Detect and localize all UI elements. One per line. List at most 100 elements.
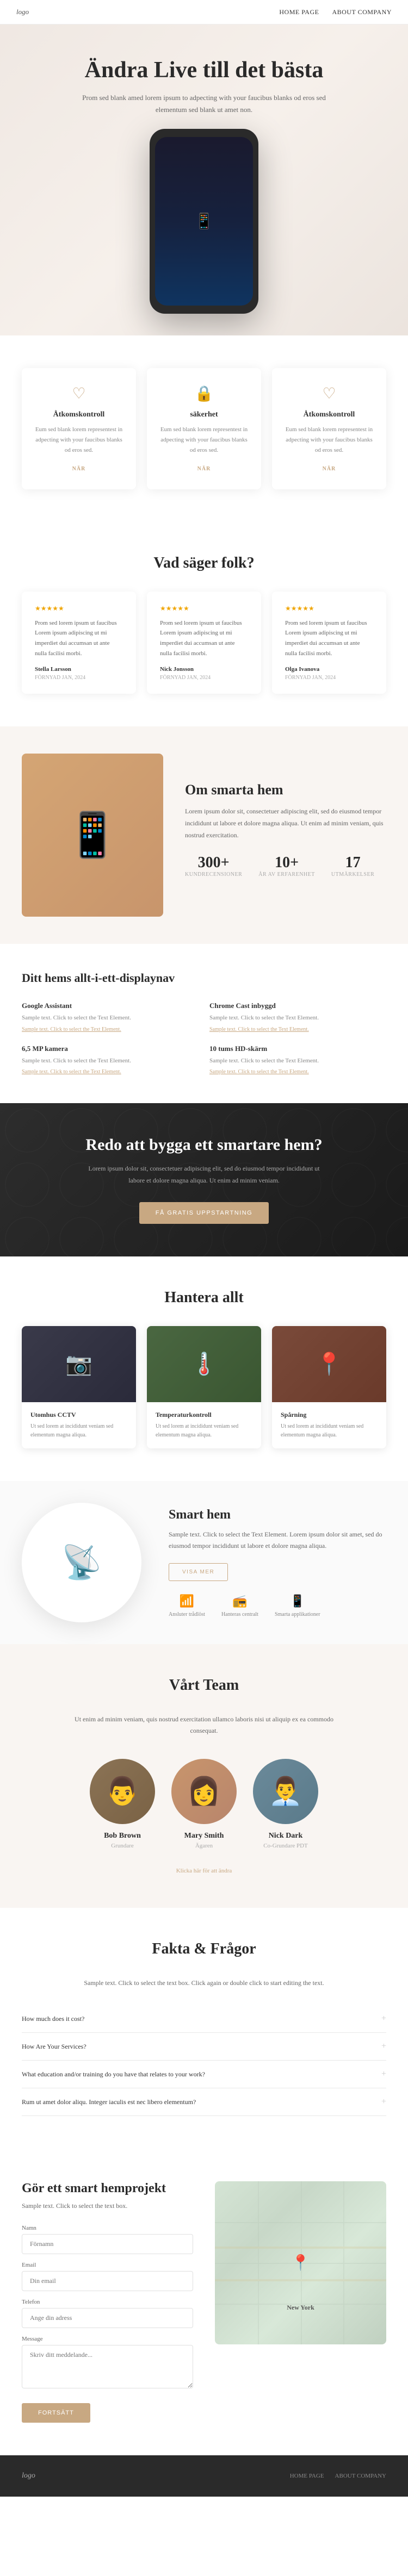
display-item-desc-3: Sample text. Click to select the Text El… bbox=[209, 1056, 386, 1066]
form-name-group: Namn bbox=[22, 2225, 193, 2254]
card-link-0[interactable]: NÄR bbox=[72, 466, 86, 472]
card-icon-2: ♡ bbox=[285, 384, 373, 403]
testimonial-1: ★★★★★ Prom sed lorem ipsum ut faucibus L… bbox=[147, 592, 261, 694]
faq-item-0[interactable]: How much does it cost? + bbox=[22, 2005, 386, 2033]
form-name-input[interactable] bbox=[22, 2234, 193, 2254]
map-city: New York bbox=[287, 2304, 314, 2312]
display-item-desc-1: Sample text. Click to select the Text El… bbox=[209, 1013, 386, 1023]
card-icon-0: ♡ bbox=[35, 384, 123, 403]
faq-title: Fakta & Frågor bbox=[22, 1940, 386, 1958]
navbar: logo HOME PAGE ABOUT COMPANY bbox=[0, 0, 408, 24]
manage-item-0: 📷 Utomhus CCTV Ut sed lorem at incididun… bbox=[22, 1326, 136, 1448]
hero-description: Prom sed blank amed lorem ipsum to adpec… bbox=[73, 92, 335, 116]
faq-question-2: What education and/or training do you ha… bbox=[22, 2070, 205, 2079]
team-grid: 👨 Bob Brown Grundare 👩 Mary Smith Ägaren… bbox=[22, 1759, 386, 1849]
manage-icon-0: 📷 bbox=[65, 1351, 92, 1377]
testimonial-author-2: Olga Ivanova bbox=[285, 666, 373, 673]
manage-content-1: Temperaturkontroll Ut sed lorem at incid… bbox=[147, 1402, 261, 1448]
stat-number-0: 300+ bbox=[185, 854, 242, 872]
display-item-desc-0: Sample text. Click to select the Text El… bbox=[22, 1013, 199, 1023]
display-item-3: 10 tums HD-skärm Sample text. Click to s… bbox=[209, 1044, 386, 1077]
faq-item-2[interactable]: What education and/or training do you ha… bbox=[22, 2061, 386, 2088]
manage-icon-1: 🌡️ bbox=[190, 1351, 218, 1377]
faq-item-3[interactable]: Rum ut amet dolor aliqu. Integer iaculis… bbox=[22, 2088, 386, 2116]
footer-link-0[interactable]: HOME PAGE bbox=[290, 2473, 324, 2479]
footer-link-1[interactable]: ABOUT COMPANY bbox=[335, 2473, 386, 2479]
footer: logo HOME PAGE ABOUT COMPANY bbox=[0, 2455, 408, 2497]
display-item-0: Google Assistant Sample text. Click to s… bbox=[22, 1001, 199, 1034]
team-member-1: 👩 Mary Smith Ägaren bbox=[171, 1759, 237, 1849]
display-item-link-0[interactable]: Sample text. Click to select the Text El… bbox=[22, 1026, 121, 1032]
product-feature-1: 📻 Hanteras centralt bbox=[221, 1594, 258, 1617]
form-name-label: Namn bbox=[22, 2225, 193, 2231]
display-item-title-2: 6,5 MP kamera bbox=[22, 1044, 199, 1053]
team-member-0: 👨 Bob Brown Grundare bbox=[90, 1759, 155, 1849]
smart-product-desc: Sample text. Click to select the Text El… bbox=[169, 1529, 386, 1552]
manage-img-0: 📷 bbox=[22, 1326, 136, 1402]
faq-question-0: How much does it cost? bbox=[22, 2015, 84, 2023]
faq-chevron-0: + bbox=[381, 2014, 386, 2024]
form-email-input[interactable] bbox=[22, 2271, 193, 2291]
form-message-group: Message bbox=[22, 2336, 193, 2391]
testimonials-row: ★★★★★ Prom sed lorem ipsum ut faucibus L… bbox=[22, 592, 386, 694]
smart-product-button[interactable]: VISA MER bbox=[169, 1563, 228, 1581]
smart-home-img-icon: 📱 bbox=[65, 810, 120, 861]
manage-item-2: 📍 Spårning Ut sed lorem at incididunt ve… bbox=[272, 1326, 386, 1448]
faq-section: Fakta & Frågor Sample text. Click to sel… bbox=[0, 1908, 408, 2149]
feature-label-2: Smarta applikationer bbox=[275, 1611, 320, 1617]
team-role-2: Co-Grundare PDT bbox=[253, 1843, 318, 1849]
cta-button[interactable]: FÅ GRATIS UPPSTARTNING bbox=[139, 1202, 269, 1224]
manage-content-2: Spårning Ut sed lorem at incididunt veni… bbox=[272, 1402, 386, 1448]
smart-product-icon: 📡 bbox=[61, 1543, 102, 1582]
team-avatar-2: 👨‍💼 bbox=[253, 1759, 318, 1824]
map-pin: 📍 bbox=[291, 2254, 310, 2272]
faq-question-1: How Are Your Services? bbox=[22, 2043, 86, 2051]
form-submit-button[interactable]: FORTSÄTT bbox=[22, 2403, 90, 2423]
team-avatar-icon-1: 👩 bbox=[187, 1775, 221, 1807]
manage-item-title-2: Spårning bbox=[281, 1411, 378, 1419]
card-desc-2: Eum sed blank lorem representest in adpe… bbox=[285, 425, 373, 455]
nav-about[interactable]: ABOUT COMPANY bbox=[332, 8, 392, 16]
card-link-2[interactable]: NÄR bbox=[323, 466, 336, 472]
smart-home-title: Om smarta hem bbox=[185, 782, 386, 798]
faq-question-3: Rum ut amet dolor aliqu. Integer iaculis… bbox=[22, 2098, 196, 2106]
manage-item-1: 🌡️ Temperaturkontroll Ut sed lorem at in… bbox=[147, 1326, 261, 1448]
card-link-1[interactable]: NÄR bbox=[197, 466, 211, 472]
faq-description: Sample text. Click to select the text bo… bbox=[68, 1977, 340, 1989]
display-item-link-2[interactable]: Sample text. Click to select the Text El… bbox=[22, 1069, 121, 1075]
card-desc-0: Eum sed blank lorem representest in adpe… bbox=[35, 425, 123, 455]
testimonials-title: Vad säger folk? bbox=[22, 555, 386, 572]
feature-card-0: ♡ Åtkomskontroll Eum sed blank lorem rep… bbox=[22, 368, 136, 489]
display-item-link-3[interactable]: Sample text. Click to select the Text El… bbox=[209, 1069, 309, 1075]
team-link[interactable]: Klicka här för att ändra bbox=[176, 1868, 232, 1874]
team-avatar-icon-0: 👨 bbox=[106, 1775, 139, 1807]
faq-item-1[interactable]: How Are Your Services? + bbox=[22, 2033, 386, 2061]
manage-item-desc-0: Ut sed lorem at incididunt veniam sed el… bbox=[30, 1422, 127, 1440]
testimonial-date-2: FÖRNYAD JAN, 2024 bbox=[285, 675, 373, 681]
map-road-major-2 bbox=[215, 2279, 386, 2281]
form-email-label: Email bbox=[22, 2262, 193, 2268]
display-item-link-1[interactable]: Sample text. Click to select the Text El… bbox=[209, 1026, 309, 1032]
nav-home[interactable]: HOME PAGE bbox=[279, 8, 319, 16]
feature-icon-2: 📱 bbox=[275, 1594, 320, 1608]
card-icon-1: 🔒 bbox=[160, 384, 248, 403]
display-item-desc-2: Sample text. Click to select the Text El… bbox=[22, 1056, 199, 1066]
contact-title: Gör ett smart hemprojekt bbox=[22, 2181, 193, 2196]
manage-item-title-1: Temperaturkontroll bbox=[156, 1411, 252, 1419]
feature-label-1: Hanteras centralt bbox=[221, 1611, 258, 1617]
team-section: Vårt Team Ut enim ad minim veniam, quis … bbox=[0, 1644, 408, 1908]
feature-cards-section: ♡ Åtkomskontroll Eum sed blank lorem rep… bbox=[0, 335, 408, 521]
contact-form: Gör ett smart hemprojekt Sample text. Cl… bbox=[22, 2181, 193, 2422]
smart-product-section: 📡 Smart hem Sample text. Click to select… bbox=[0, 1481, 408, 1644]
display-item-title-3: 10 tums HD-skärm bbox=[209, 1044, 386, 1053]
form-phone-input[interactable] bbox=[22, 2308, 193, 2328]
footer-logo: logo bbox=[22, 2472, 35, 2480]
contact-map: 📍 New York bbox=[215, 2181, 386, 2422]
faq-chevron-2: + bbox=[381, 2069, 386, 2079]
display-item-2: 6,5 MP kamera Sample text. Click to sele… bbox=[22, 1044, 199, 1077]
hero-phone-screen: 📱 bbox=[155, 137, 253, 306]
stars-1: ★★★★★ bbox=[160, 605, 248, 613]
feature-card-2: ♡ Åtkomskontroll Eum sed blank lorem rep… bbox=[272, 368, 386, 489]
form-message-input[interactable] bbox=[22, 2345, 193, 2388]
display-item-title-0: Google Assistant bbox=[22, 1001, 199, 1010]
